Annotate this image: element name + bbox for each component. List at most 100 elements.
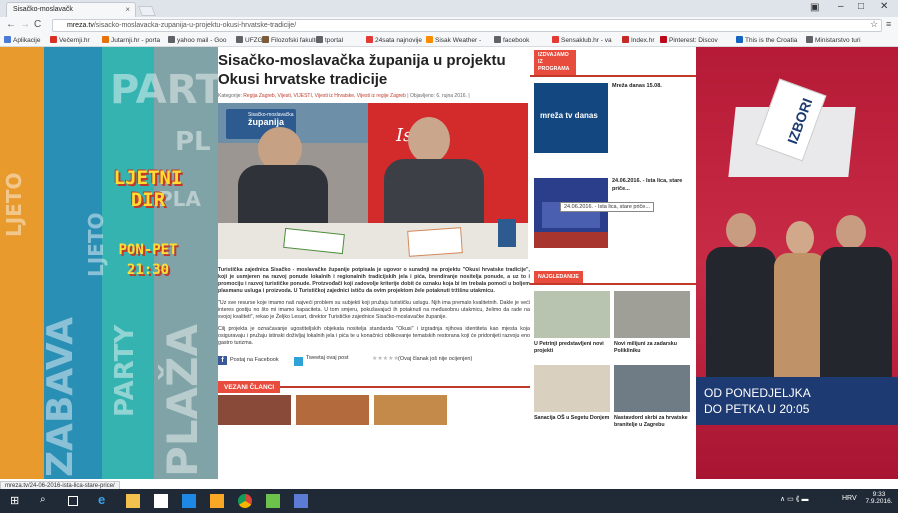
article-paragraph: "Uz sve resurse koje imamo naš najveći p… (218, 300, 530, 320)
facebook-icon[interactable]: f (218, 356, 227, 365)
bookmark-icon (4, 36, 11, 43)
bookmark-item[interactable]: Večernji.hr (50, 36, 90, 44)
forward-icon[interactable]: → (20, 19, 30, 30)
task-view-icon[interactable] (68, 496, 78, 506)
address-bar[interactable]: mreza.tv/sisacko-moslavacka-zupanija-u-p… (52, 19, 882, 32)
share-twitter-link[interactable]: Tweetaj ovaj post (306, 355, 349, 361)
related-thumb[interactable] (218, 395, 291, 425)
tray-icons[interactable]: ∧ ▭ ⟪ ▬ (780, 495, 808, 503)
popular-thumb[interactable] (534, 291, 610, 338)
bookmark-item[interactable]: Index.hr (622, 36, 655, 44)
share-facebook-link[interactable]: Postaj na Facebook (230, 357, 279, 363)
sidebar: IZDVAJAMO IZ PROGRAMA mreža tv danas Mre… (530, 47, 696, 479)
sidebar-header-popular: NAJGLEDANIJE (530, 271, 696, 285)
popular-item[interactable]: U Petrinji predstavljeni novi projekti (534, 291, 610, 355)
edge-icon[interactable]: e (98, 492, 112, 507)
ad-line2: DO PETKA U 20:05 (704, 402, 810, 416)
bookmark-item[interactable]: 24sata najnovije (366, 36, 422, 44)
bookmark-item[interactable]: Sensaklub.hr - va (552, 36, 612, 44)
search-icon[interactable]: ⌕ (40, 494, 54, 508)
popular-caption[interactable]: Nastavdord skrbi za hrvatske branitelje … (614, 415, 690, 429)
bookmark-icon (426, 36, 433, 43)
left-banner-ad[interactable]: PART PL LJETO PLAŽA ZABAVA PARTY LJETO P… (0, 47, 218, 479)
clock[interactable]: 9:33 7.9.2016. (864, 491, 894, 505)
right-banner-ad[interactable]: IZBORI OD PONEDJELJKA DO PETKA U 20:05 (696, 47, 898, 479)
user-icon[interactable]: ▣ (810, 2, 819, 13)
sidebar-caption[interactable]: Mreža danas 15.08. (612, 83, 692, 91)
rating-text: (Ovaj članak još nije ocijenjen) (398, 356, 473, 362)
ad-show-time: 21:30 (126, 262, 170, 278)
store-icon[interactable] (154, 494, 168, 508)
bookmark-label: 24sata najnovije (375, 37, 422, 44)
sidebar-header-program: IZDVAJAMO IZ PROGRAMA (530, 47, 696, 77)
bookmark-item[interactable]: tportal (316, 36, 343, 44)
related-label: VEZANI ČLANCI (218, 381, 281, 393)
bookmark-label: facebook (503, 37, 530, 44)
related-thumb[interactable] (374, 395, 447, 425)
bookmark-icon (494, 36, 501, 43)
ad-show-days: PON-PET (118, 242, 178, 258)
bookmark-item[interactable]: Jutarnji.hr - porta (102, 36, 160, 44)
sidebar-header-label: NAJGLEDANIJE (534, 271, 583, 283)
popular-thumb[interactable] (614, 365, 690, 412)
menu-icon[interactable]: ≡ (886, 19, 891, 29)
bookmark-item[interactable]: Aplikacije (4, 36, 40, 44)
popular-caption[interactable]: Sanacija OŠ u Segetu Donjem (534, 415, 610, 422)
popular-item[interactable]: Nastavdord skrbi za hrvatske branitelje … (614, 365, 690, 429)
popular-item[interactable]: Sanacija OŠ u Segetu Donjem (534, 365, 610, 422)
new-tab-button[interactable] (138, 6, 156, 16)
chrome-icon[interactable] (238, 494, 252, 508)
url-domain: mreza.tv (67, 22, 94, 29)
tab-bar: Sisačko-moslavačk × ▣ – □ ✕ (0, 0, 898, 17)
bookmark-item[interactable]: Sisak Weather - (426, 36, 481, 44)
back-icon[interactable]: ← (6, 19, 16, 30)
bookmark-item[interactable]: Filozofski fakulte (262, 36, 319, 44)
popular-caption[interactable]: Novi milijuni za zadarsku Polikliniku (614, 341, 690, 355)
media-icon[interactable] (182, 494, 196, 508)
bookmark-item[interactable]: This is the Croatia (736, 36, 797, 44)
popular-caption[interactable]: U Petrinji predstavljeni novi projekti (534, 341, 610, 355)
app-icon[interactable] (294, 494, 308, 508)
sidebar-thumb[interactable]: mreža tv danas (534, 83, 608, 153)
popular-item[interactable]: Novi milijuni za zadarsku Polikliniku (614, 291, 690, 355)
bookmark-label: Sisak Weather - (435, 37, 482, 44)
language-indicator[interactable]: HRV (842, 495, 857, 502)
meta-categories[interactable]: Regija Zagreb, Vijesti, VIJESTI, Vijesti… (243, 93, 406, 99)
related-thumb[interactable] (296, 395, 369, 425)
bookmark-item[interactable]: yahoo mail - Goo (168, 36, 227, 44)
tab-close-icon[interactable]: × (125, 5, 130, 14)
sidebar-caption[interactable]: 24.06.2016. - Ista lica, stare priče... (612, 178, 692, 193)
file-explorer-icon[interactable] (126, 494, 140, 508)
maximize-icon[interactable]: □ (858, 1, 864, 12)
sidebar-thumb[interactable] (534, 178, 608, 248)
bookmark-label: UFZG (245, 37, 263, 44)
popular-thumb[interactable] (534, 365, 610, 412)
related-header: VEZANI ČLANCI (218, 376, 530, 393)
bookmark-item[interactable]: facebook (494, 36, 529, 44)
tab-title: Sisačko-moslavačk (13, 6, 73, 13)
sidebar-item[interactable]: mreža tv danas Mreža danas 15.08. (534, 83, 692, 159)
bookmarks-bar: Aplikacije Večernji.hr Jutarnji.hr - porta… (0, 34, 898, 47)
rating-stars-icon[interactable]: ★★★★★ (372, 355, 399, 362)
app-icon[interactable] (266, 494, 280, 508)
close-window-icon[interactable]: ✕ (880, 1, 888, 12)
windows-start-icon[interactable]: ⊞ (10, 494, 24, 508)
bookmark-label: Sensaklub.hr - va (561, 37, 612, 44)
bookmark-item[interactable]: UFZG (236, 36, 263, 44)
ad-word: PLAŽA (158, 323, 207, 477)
star-icon[interactable]: ☆ (870, 19, 878, 30)
sidebar-item[interactable]: 24.06.2016. - Ista lica, stare priče... (534, 178, 692, 256)
popular-thumb[interactable] (614, 291, 690, 338)
ad-show-title: LJETNI DIR (113, 167, 183, 211)
ad-word: PL (175, 127, 211, 157)
ad-word: PARTY (110, 324, 140, 417)
bookmark-item[interactable]: Pinterest: Discov (660, 36, 718, 44)
bookmark-item[interactable]: Ministarstvo turi (806, 36, 861, 44)
minimize-icon[interactable]: – (838, 1, 844, 12)
ad-word: LJETO (2, 172, 26, 238)
twitter-icon[interactable] (294, 357, 303, 366)
reload-icon[interactable]: C (34, 19, 41, 30)
browser-tab[interactable]: Sisačko-moslavačk × (6, 2, 136, 17)
bookmark-icon (552, 36, 559, 43)
app-icon[interactable] (210, 494, 224, 508)
